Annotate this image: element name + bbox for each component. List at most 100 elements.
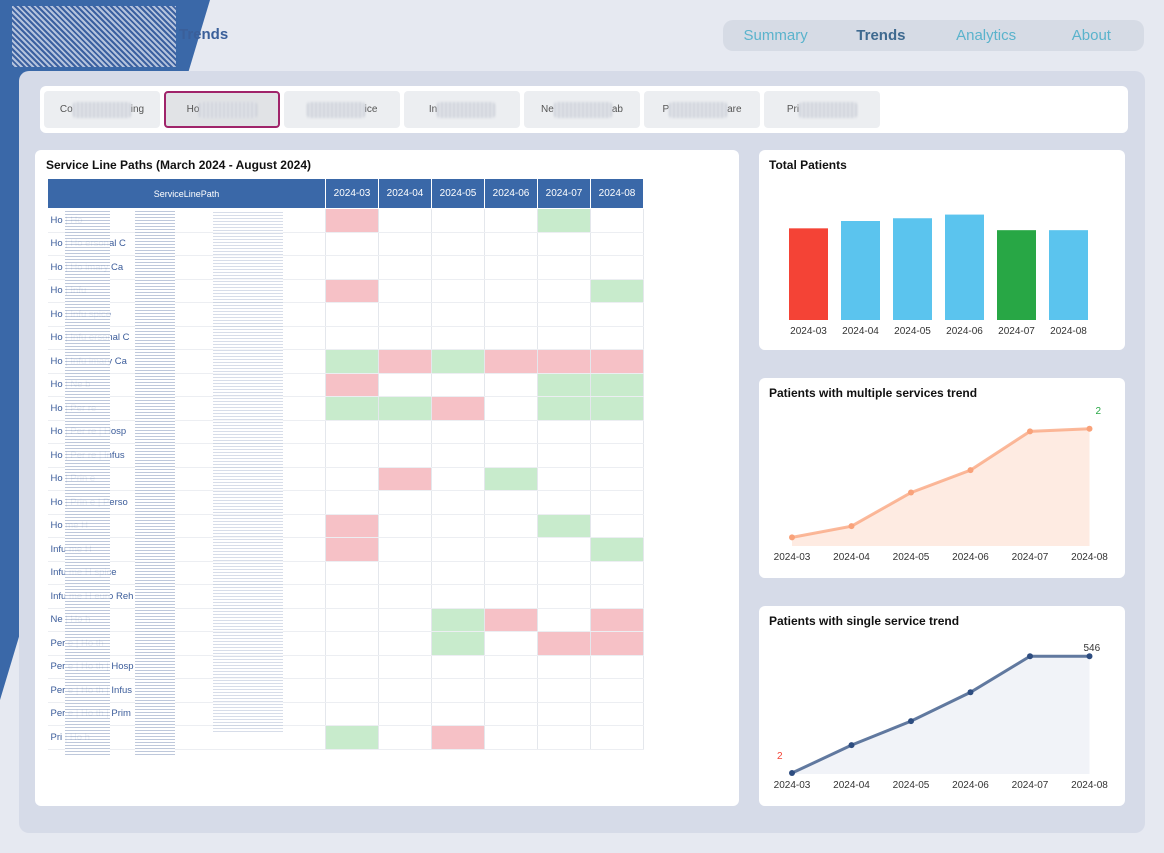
value-cell [325,561,379,585]
column-header-month[interactable]: 2024-06 [484,178,538,209]
value-cell [537,608,591,632]
total-patients-card: Total Patients 2024-03 2024-04 2024-05 2024… [759,150,1125,350]
value-cell [431,396,485,421]
tab-4[interactable]: In [404,91,520,128]
page-title: Trends [179,26,229,43]
value-cell [590,490,644,515]
x-tick-label: 2024-08 [1050,326,1087,337]
value-cell [431,490,485,515]
series-area [792,656,1090,774]
x-tick-label: 2024-06 [952,780,989,791]
value-cell [484,326,538,350]
service-line-table-card: Service Line Paths (March 2024 - August … [35,150,739,806]
value-cell [431,725,485,750]
column-header-month[interactable]: 2024-05 [431,178,485,209]
data-point [1027,653,1033,660]
value-cell [590,373,644,397]
value-cell [431,631,485,656]
data-point [848,742,855,749]
single-service-card: Patients with single service trend 2024-… [759,606,1125,806]
column-header-month[interactable]: 2024-03 [325,178,379,209]
value-cell [431,373,485,397]
value-cell [484,396,538,421]
column-header-month[interactable]: 2024-08 [590,178,644,209]
value-cell [378,537,432,562]
value-cell [537,349,591,374]
value-cell [590,232,644,256]
value-cell [590,279,644,303]
x-tick-label: 2024-06 [952,552,989,563]
value-cell [378,655,432,679]
value-cell [590,396,644,421]
nav-about[interactable]: About [1039,27,1144,44]
value-cell [537,514,591,538]
value-cell [378,326,432,350]
value-cell [590,678,644,703]
value-cell [484,655,538,679]
value-cell [484,631,538,656]
column-header-month[interactable]: 2024-07 [537,178,591,209]
bar [1049,230,1088,320]
x-tick-label: 2024-03 [774,552,811,563]
data-point [1027,428,1033,435]
redacted-text [199,101,258,118]
value-cell [431,349,485,374]
data-point [908,718,914,725]
value-cell [378,255,432,280]
data-point [1086,425,1093,432]
tab-3[interactable]: ice [284,91,400,128]
value-cell [590,584,644,609]
column-header-month[interactable]: 2024-04 [378,178,432,209]
value-cell [431,608,485,632]
value-cell [484,302,538,327]
bar [945,214,984,320]
logo [12,6,176,67]
value-cell [590,514,644,538]
x-tick-label: 2024-08 [1071,552,1108,563]
tab-7[interactable]: Pri [764,91,880,128]
value-cell [590,208,644,233]
value-cell [325,208,379,233]
top-nav: Summary Trends Analytics About [723,20,1144,51]
value-cell [378,702,432,726]
value-cell [431,420,485,444]
multiple-services-chart: 2024-03 2024-04 2024-05 2024-06 2024-07 2024-… [774,406,1109,563]
value-cell [484,255,538,280]
x-tick-label: 2024-08 [1071,780,1108,791]
nav-summary[interactable]: Summary [723,27,828,44]
value-cell [484,279,538,303]
value-cell [325,678,379,703]
value-cell [325,373,379,397]
x-tick-label: 2024-07 [1012,780,1049,791]
value-cell [325,514,379,538]
bar [893,218,932,320]
value-cell [325,537,379,562]
value-cell [537,279,591,303]
value-cell [537,725,591,750]
value-cell [590,631,644,656]
value-cell [484,608,538,632]
table-title: Service Line Paths (March 2024 - August … [46,158,311,172]
value-cell [484,443,538,468]
value-cell [431,655,485,679]
value-cell [325,655,379,679]
value-cell [537,373,591,397]
value-cell [431,208,485,233]
nav-analytics[interactable]: Analytics [934,27,1039,44]
column-header-path[interactable]: ServiceLinePath [47,178,326,209]
value-cell [325,396,379,421]
value-cell [484,584,538,609]
value-cell [537,655,591,679]
value-cell [590,443,644,468]
tab-5[interactable]: Ne ab [524,91,640,128]
tab-1[interactable]: Co ing [44,91,160,128]
value-cell [378,420,432,444]
redacted-text [669,101,728,118]
nav-trends[interactable]: Trends [828,27,933,44]
redaction-overlay [65,210,110,755]
value-cell [537,396,591,421]
data-point [848,523,855,530]
tab-2[interactable]: Ho [164,91,280,128]
value-cell [537,420,591,444]
tab-6[interactable]: Pare [644,91,760,128]
